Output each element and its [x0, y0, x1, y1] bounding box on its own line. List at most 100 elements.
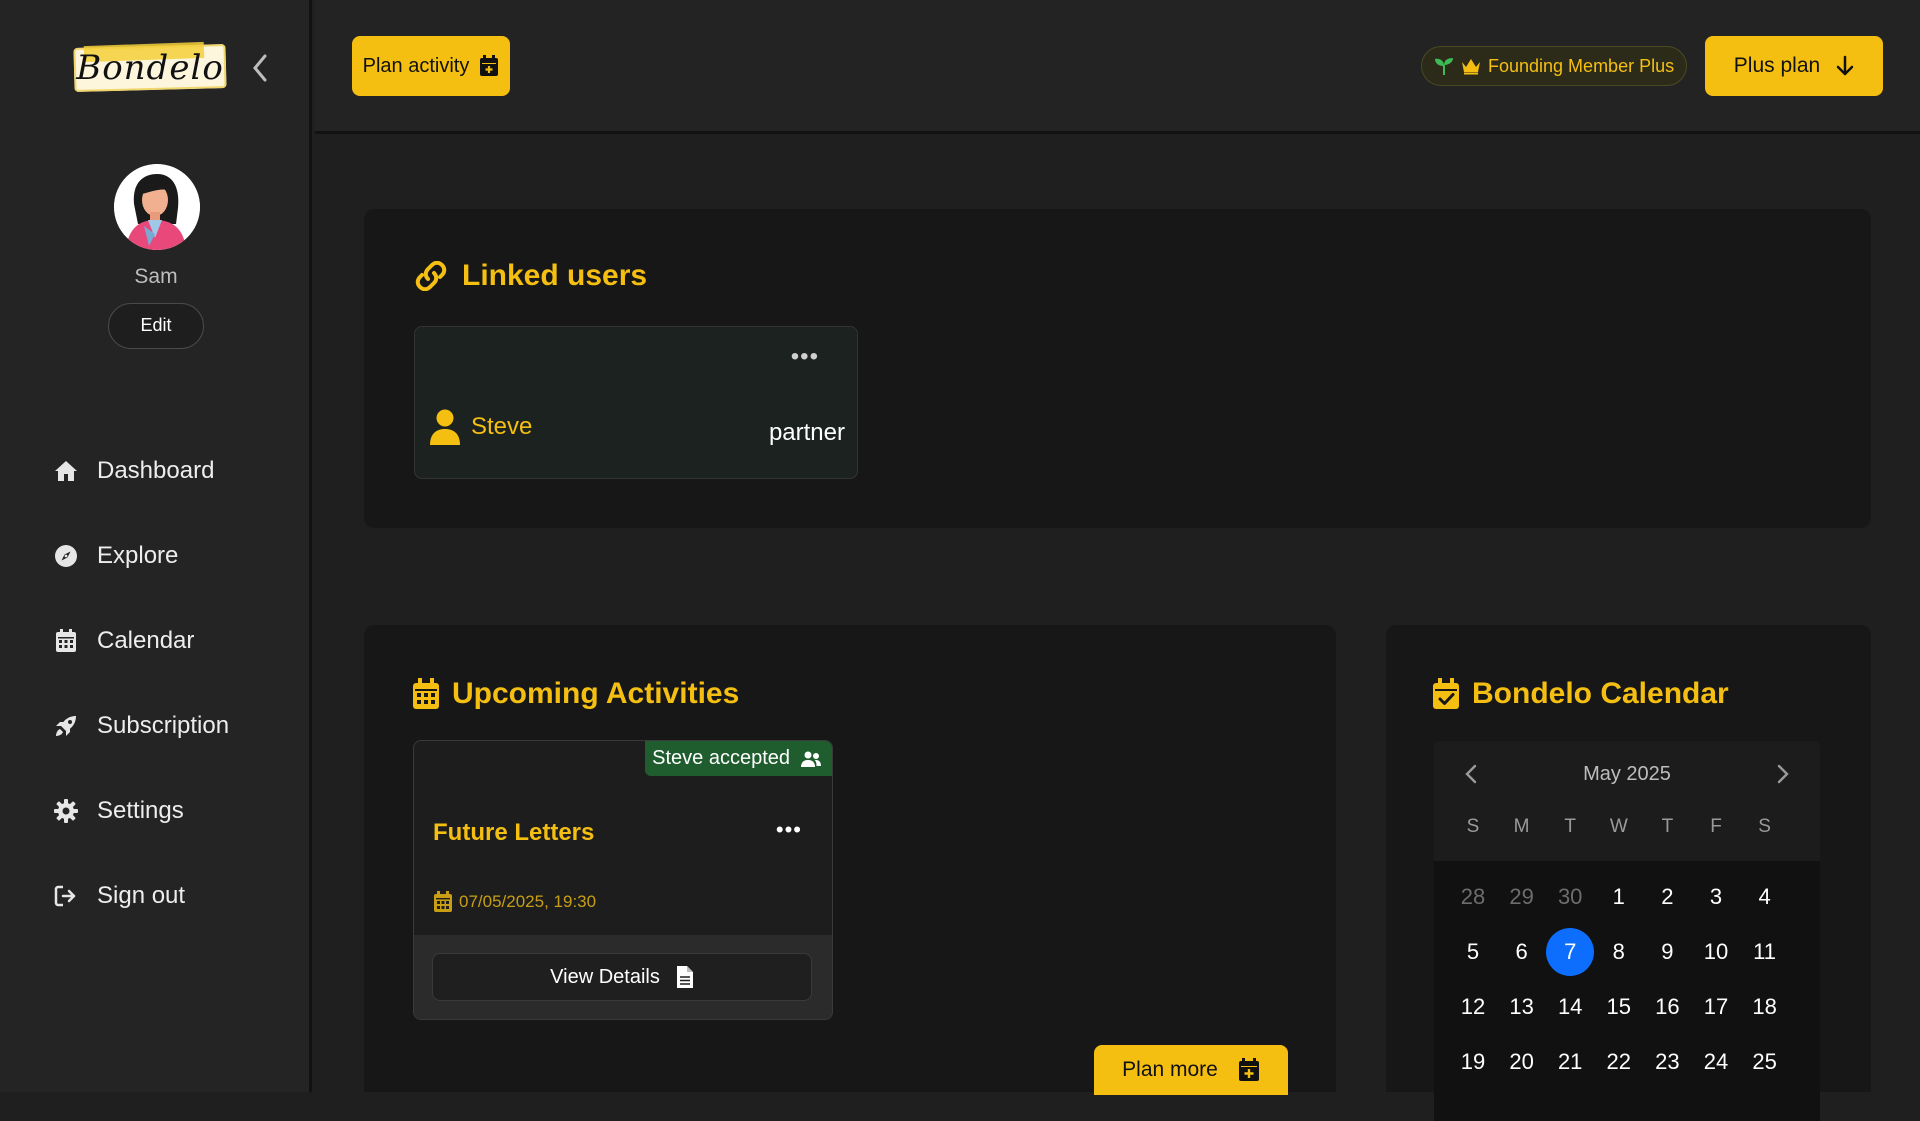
calendar-plus-icon	[1238, 1058, 1259, 1081]
calendar-check-icon	[1433, 678, 1459, 709]
calendar-day[interactable]: 10	[1692, 928, 1740, 976]
view-details-button[interactable]: View Details	[432, 953, 812, 1001]
view-details-label: View Details	[550, 965, 660, 988]
linked-users-card: Linked users ••• Steve partner	[364, 209, 1871, 528]
sidebar-item-settings[interactable]: Settings	[0, 768, 312, 853]
sign-out-icon	[52, 882, 80, 910]
calendar-day[interactable]: 1	[1595, 873, 1643, 921]
sidebar-item-subscription[interactable]: Subscription	[0, 683, 312, 768]
avatar	[114, 164, 200, 250]
compass-icon	[52, 542, 80, 570]
calendar-day[interactable]: 7	[1546, 928, 1595, 976]
activity-more-icon[interactable]: •••	[776, 817, 802, 843]
chevron-left-icon	[253, 54, 267, 82]
more-options-icon[interactable]: •••	[791, 343, 819, 371]
calendar-day[interactable]: 19	[1449, 1038, 1497, 1086]
top-bar: Plan activity Founding Member Plus Plus …	[315, 0, 1920, 134]
calendar-day[interactable]: 23	[1643, 1038, 1691, 1086]
bondelo-logo[interactable]: Bondelo	[73, 40, 227, 96]
activity-date: 07/05/2025, 19:30	[433, 891, 596, 913]
sidebar-item-explore[interactable]: Explore	[0, 513, 312, 598]
weekday-label: T	[1661, 816, 1674, 837]
calendar-day[interactable]: 5	[1449, 928, 1497, 976]
calendar-day[interactable]: 30	[1546, 873, 1594, 921]
linked-user[interactable]: Steve	[429, 409, 532, 445]
month-calendar: May 2025 SMTWTFS 28 29 30 1 2 3 4 5 6 7 8 9 10 11 12 13…	[1434, 741, 1820, 1121]
calendar-day[interactable]: 3	[1692, 873, 1740, 921]
weekday-label: S	[1466, 816, 1480, 837]
calendar-day[interactable]: 13	[1498, 983, 1546, 1031]
calendar-day[interactable]: 4	[1741, 873, 1789, 921]
sidebar-item-label: Settings	[97, 796, 184, 824]
calendar-day[interactable]: 6	[1498, 928, 1546, 976]
activity-card: Steve accepted Future Letters ••• 07/05/…	[413, 740, 833, 1020]
edit-profile-button[interactable]: Edit	[108, 303, 204, 349]
link-icon	[415, 261, 447, 291]
calendar-day[interactable]: 8	[1595, 928, 1643, 976]
calendar-day[interactable]: 29	[1498, 873, 1546, 921]
activity-date-text: 07/05/2025, 19:30	[459, 892, 597, 911]
plan-more-label: Plan more	[1122, 1058, 1218, 1081]
weekday-label: S	[1758, 816, 1771, 837]
document-icon	[676, 966, 693, 988]
rocket-icon	[52, 712, 80, 740]
collapse-sidebar-button[interactable]	[250, 52, 274, 84]
next-month-button[interactable]	[1776, 761, 1790, 792]
sidebar-item-label: Subscription	[97, 711, 230, 739]
calendar-day[interactable]: 11	[1741, 928, 1789, 976]
calendar-day[interactable]: 16	[1643, 983, 1691, 1031]
calendar-icon	[413, 678, 439, 709]
calendar-day[interactable]: 25	[1741, 1038, 1789, 1086]
weekday-label: W	[1609, 816, 1628, 837]
upcoming-activities-heading: Upcoming Activities	[412, 677, 739, 711]
linked-users-title: Linked users	[462, 259, 648, 292]
sidebar: Bondelo Sam Edit Dashboard Explore Calen…	[0, 0, 312, 1092]
calendar-icon	[52, 627, 80, 655]
plan-more-button[interactable]: Plan more	[1094, 1045, 1288, 1095]
sidebar-item-label: Calendar	[97, 626, 195, 654]
activity-title: Future Letters	[433, 819, 595, 846]
arrow-down-icon	[1836, 55, 1854, 76]
sidebar-nav: Dashboard Explore Calendar Subscription …	[0, 428, 312, 938]
sidebar-item-dashboard[interactable]: Dashboard	[0, 428, 312, 513]
calendar-day[interactable]: 17	[1692, 983, 1740, 1031]
calendar-day[interactable]: 18	[1741, 983, 1789, 1031]
weekday-label: F	[1710, 816, 1722, 837]
calendar-day[interactable]: 20	[1498, 1038, 1546, 1086]
user-icon	[430, 409, 460, 445]
status-badge-label: Steve accepted	[652, 747, 790, 769]
plan-activity-label: Plan activity	[362, 54, 470, 77]
calendar-day[interactable]: 22	[1595, 1038, 1643, 1086]
calendar-day[interactable]: 21	[1546, 1038, 1594, 1086]
calendar-header: May 2025 S M T W T F S	[1434, 741, 1820, 861]
linked-user-role: partner	[768, 419, 845, 446]
gear-icon	[52, 797, 80, 825]
crown-icon	[1462, 59, 1480, 75]
founding-member-badge: Founding Member Plus	[1421, 46, 1687, 86]
weekday-label: M	[1513, 816, 1530, 837]
calendar-heading: Bondelo Calendar	[1432, 677, 1729, 711]
calendar-day[interactable]: 15	[1595, 983, 1643, 1031]
calendar-day[interactable]: 2	[1643, 873, 1691, 921]
calendar-day[interactable]: 24	[1692, 1038, 1740, 1086]
calendar-icon	[434, 891, 452, 912]
calendar-plus-icon	[480, 55, 499, 76]
status-badge: Steve accepted	[645, 741, 832, 776]
calendar-month-label: May 2025	[1583, 763, 1671, 785]
calendar-day[interactable]: 14	[1546, 983, 1594, 1031]
home-icon	[52, 457, 80, 485]
sidebar-item-label: Dashboard	[97, 456, 215, 484]
plan-activity-button[interactable]: Plan activity	[352, 36, 510, 96]
bondelo-calendar-card: Bondelo Calendar May 2025 SMTWTFS 28 29 30…	[1386, 625, 1871, 1121]
member-badge-label: Founding Member Plus	[1488, 55, 1675, 76]
calendar-day[interactable]: 9	[1643, 928, 1691, 976]
plus-plan-button[interactable]: Plus plan	[1705, 36, 1883, 96]
calendar-day[interactable]: 12	[1449, 983, 1497, 1031]
calendar-day[interactable]: 28	[1449, 873, 1497, 921]
sidebar-item-sign-out[interactable]: Sign out	[0, 853, 312, 938]
upcoming-activities-card: Upcoming Activities Steve accepted Futur…	[364, 625, 1336, 1095]
sidebar-item-calendar[interactable]: Calendar	[0, 598, 312, 683]
sidebar-item-label: Explore	[97, 541, 179, 569]
linked-users-heading: Linked users	[412, 259, 647, 293]
activity-footer: View Details	[414, 935, 832, 1019]
